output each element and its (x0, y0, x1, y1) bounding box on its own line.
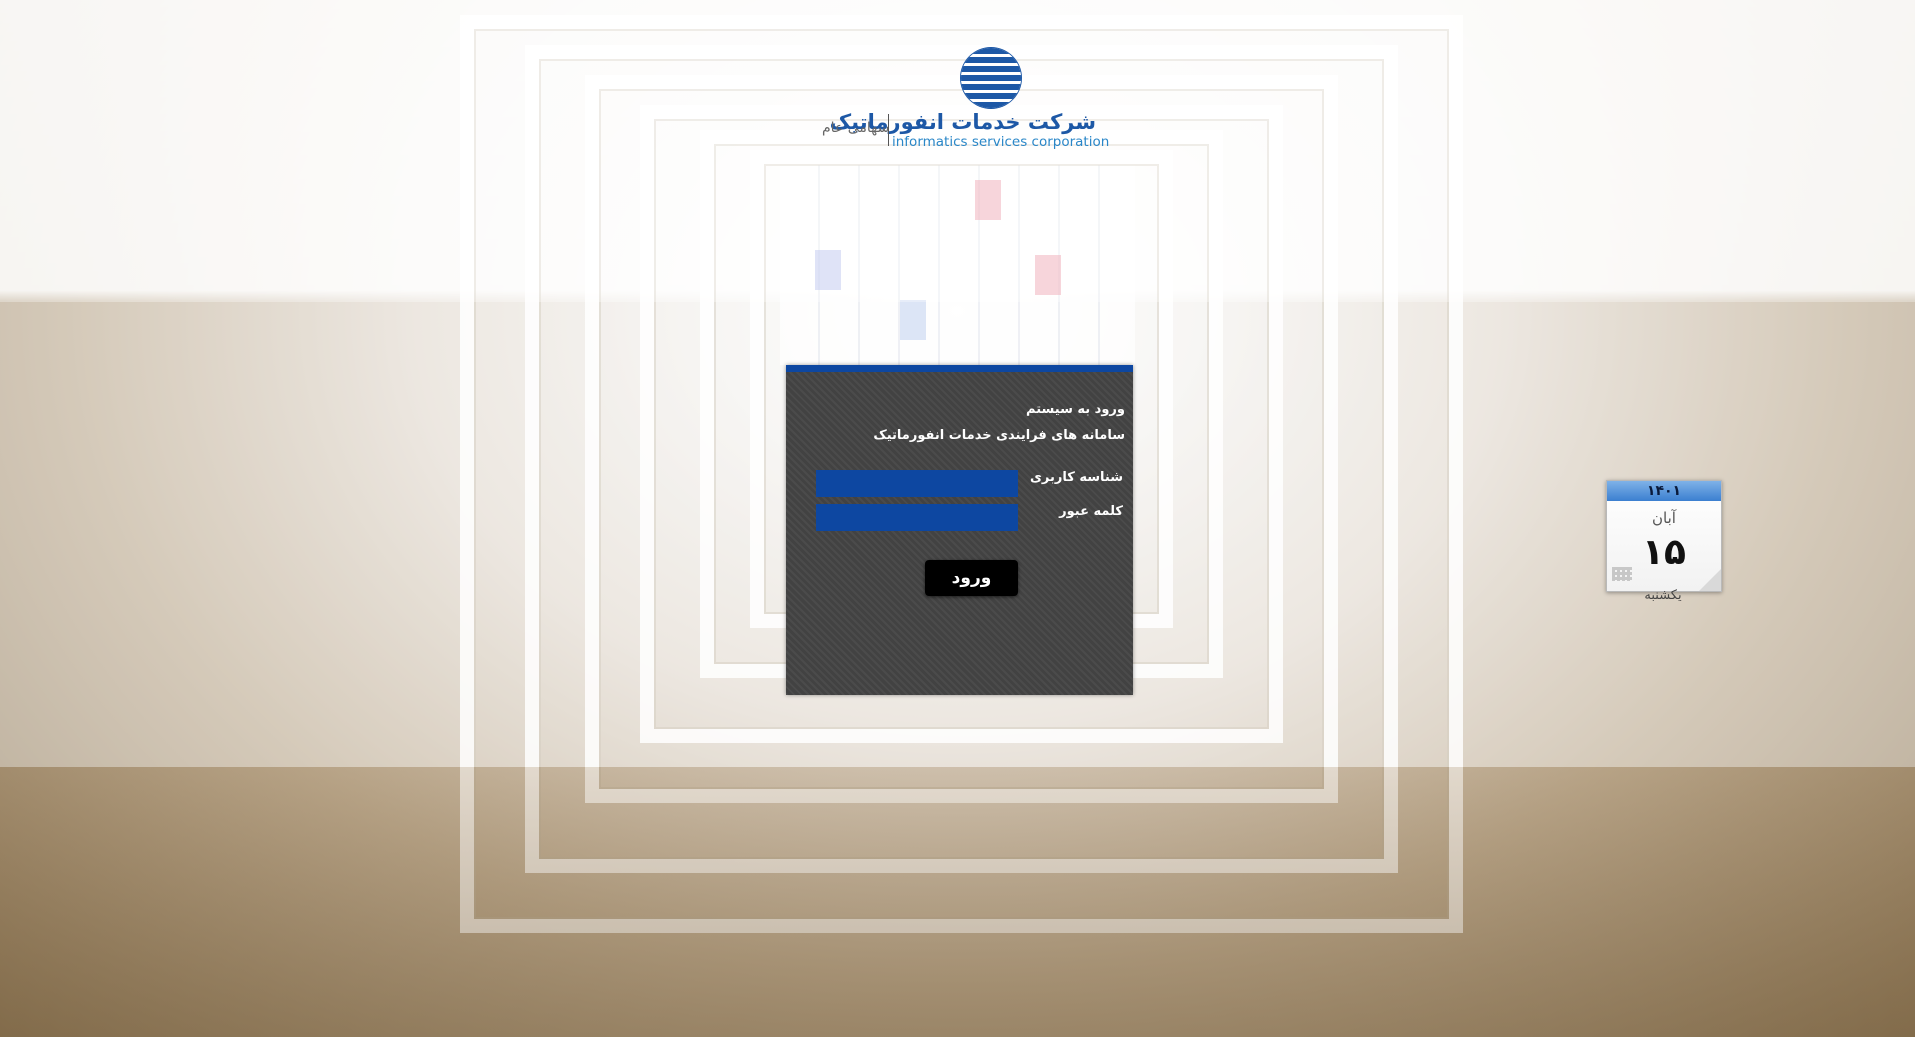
password-label: کلمه عبور (1059, 504, 1123, 519)
calendar-grid-icon (1612, 567, 1632, 581)
company-type: سهامی عام (822, 120, 890, 136)
bottom-overlay-band (0, 767, 1915, 1037)
skylight-pane (975, 180, 1001, 220)
skylight-pane (900, 300, 926, 340)
skylight-pane (815, 250, 841, 290)
login-panel: ورود به سیستم سامانه های فرایندی خدمات ا… (786, 365, 1133, 695)
username-label: شناسه کاربری (1030, 470, 1123, 485)
username-input[interactable] (816, 470, 1018, 497)
skylight (780, 165, 1135, 365)
login-subtitle: سامانه های فرایندی خدمات انفورماتیک (873, 428, 1125, 443)
globe-logo-icon (961, 48, 1021, 108)
password-input[interactable] (816, 504, 1018, 531)
company-name-en: informatics services corporation (892, 134, 1110, 150)
company-logo: شرکت خدمات انفورماتیک سهامی عام informat… (820, 48, 1109, 153)
skylight-pane (1035, 255, 1061, 295)
login-button[interactable]: ورود (925, 560, 1018, 596)
calendar-year: ۱۴۰۱ (1607, 481, 1721, 501)
login-title: ورود به سیستم (1026, 402, 1125, 417)
calendar-month: آبان (1652, 509, 1676, 527)
calendar-weekday: یکشنبه (1644, 588, 1682, 603)
calendar-widget: ۱۴۰۱ آبان ۱۵ (1606, 480, 1722, 592)
